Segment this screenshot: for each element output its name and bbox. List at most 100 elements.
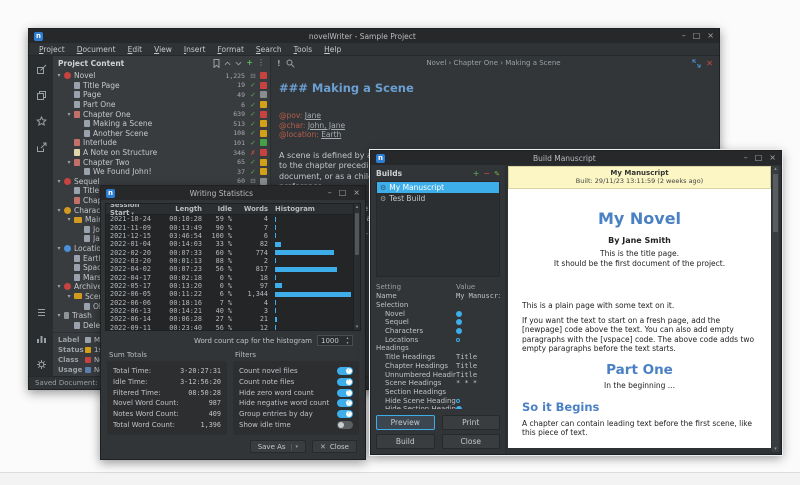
setting-row[interactable]: Characters <box>376 327 500 336</box>
expand-arrow-icon[interactable]: ▾ <box>55 207 63 214</box>
move-up-icon[interactable] <box>224 60 231 67</box>
col-words[interactable]: Words <box>232 205 268 213</box>
save-as-button[interactable]: Save As▾ <box>250 440 306 453</box>
tag-value-link[interactable]: John, Jane <box>308 121 345 130</box>
tag-value-link[interactable]: Jane <box>305 111 321 120</box>
build-list-item[interactable]: ⚙ Test Build <box>377 193 499 204</box>
tree-item[interactable]: Page 49 <box>53 90 270 100</box>
expand-arrow-icon[interactable]: ▾ <box>55 245 63 252</box>
remove-build-icon[interactable]: − <box>483 170 490 178</box>
add-build-icon[interactable]: + <box>473 170 480 178</box>
minimize-icon[interactable]: – <box>682 32 686 40</box>
tree-item[interactable]: ▾ Chapter Two 65 <box>53 157 270 167</box>
menu-item[interactable]: Document <box>71 45 122 54</box>
setting-row[interactable]: Selection <box>376 301 500 310</box>
expand-arrow-icon[interactable]: ▾ <box>65 111 73 118</box>
build-action-button[interactable]: Close <box>442 434 501 449</box>
setting-row[interactable]: Unnumbered Headings Title <box>376 370 500 379</box>
menu-item[interactable]: Format <box>211 45 249 54</box>
dropdown-arrow-icon[interactable]: ▾ <box>291 444 299 450</box>
settings-gear-icon[interactable] <box>36 359 47 370</box>
setting-row[interactable]: Locations <box>376 335 500 344</box>
menu-item[interactable]: Help <box>318 45 347 54</box>
export-icon[interactable] <box>36 142 47 153</box>
setting-row[interactable]: Hide Section Headings <box>376 405 500 409</box>
filter-toggle[interactable] <box>337 410 353 418</box>
maximize-editor-icon[interactable] <box>692 59 701 68</box>
setting-row[interactable]: Name My Manuscript <box>376 292 500 301</box>
tag-value-link[interactable]: Earth <box>321 130 341 139</box>
add-item-icon[interactable]: + <box>246 59 253 67</box>
col-idle[interactable]: Idle <box>202 205 232 213</box>
col-histogram[interactable]: Histogram <box>268 205 353 213</box>
filter-toggle[interactable] <box>337 399 353 407</box>
edit-build-icon[interactable]: ✎ <box>494 170 500 178</box>
tree-item[interactable]: Title Page 19 <box>53 81 270 91</box>
filter-toggle[interactable] <box>337 378 353 386</box>
session-row[interactable]: 2022-06-14 00:06:28 27 % 21 <box>106 315 353 323</box>
scrollbar-thumb[interactable] <box>773 174 778 232</box>
tree-item[interactable]: Interlude 101 <box>53 138 270 148</box>
session-row[interactable]: 2022-06-13 00:14:21 40 % 3 <box>106 307 353 315</box>
close-button[interactable]: ✕Close <box>312 440 357 453</box>
setting-row[interactable]: Headings <box>376 344 500 353</box>
table-scrollbar[interactable]: ▴▾ <box>353 204 360 330</box>
expand-arrow-icon[interactable]: ▾ <box>55 283 63 290</box>
session-row[interactable]: 2022-06-06 00:18:16 7 % 4 <box>106 298 353 306</box>
tree-item[interactable]: ▾ Chapter One 639 <box>53 109 270 119</box>
close-icon[interactable]: × <box>707 32 714 40</box>
maximize-icon[interactable]: □ <box>339 189 347 197</box>
maximize-icon[interactable]: □ <box>693 32 701 40</box>
search-icon[interactable] <box>286 59 295 68</box>
minimize-icon[interactable]: – <box>328 189 332 197</box>
session-row[interactable]: 2021-12-15 03:46:54 100 % 6 <box>106 232 353 240</box>
session-row[interactable]: 2022-03-20 00:01:13 88 % 2 <box>106 257 353 265</box>
kebab-menu-icon[interactable]: ⋮ <box>257 59 265 67</box>
col-length[interactable]: Length <box>158 205 202 213</box>
expand-arrow-icon[interactable]: ▾ <box>55 72 63 79</box>
filter-toggle[interactable] <box>337 389 353 397</box>
setting-row[interactable]: Hide Scene Headings <box>376 396 500 405</box>
expand-arrow-icon[interactable]: ▾ <box>55 312 63 319</box>
expand-arrow-icon[interactable]: ▾ <box>65 293 73 300</box>
menu-item[interactable]: View <box>148 45 178 54</box>
menu-item[interactable]: Search <box>250 45 288 54</box>
setting-row[interactable]: Chapter Headings Title <box>376 362 500 371</box>
session-row[interactable]: 2022-02-20 00:07:33 60 % 774 <box>106 248 353 256</box>
session-row[interactable]: 2022-01-04 00:14:03 33 % 82 <box>106 240 353 248</box>
build-action-button[interactable]: Preview <box>376 415 435 430</box>
tree-item[interactable]: Making a Scene 513 <box>53 119 270 129</box>
tree-item[interactable]: We Found John! 37 <box>53 167 270 177</box>
session-row[interactable]: 2022-09-11 00:23:40 56 % 12 <box>106 323 353 331</box>
tree-item[interactable]: ▾ Novel 1,225 <box>53 71 270 81</box>
close-icon[interactable]: × <box>353 189 360 197</box>
histogram-cap-spinner[interactable]: 1000 ▴▾ <box>317 335 353 346</box>
maximize-icon[interactable]: □ <box>755 154 763 162</box>
session-row[interactable]: 2021-10-24 00:10:28 59 % 4 <box>106 215 353 223</box>
tree-item[interactable]: A Note on Structure 346 <box>53 148 270 158</box>
session-row[interactable]: 2022-06-05 00:11:22 6 % 1,344 <box>106 290 353 298</box>
edit-document-icon[interactable] <box>36 64 47 75</box>
expand-arrow-icon[interactable]: ▾ <box>65 159 73 166</box>
menu-item[interactable]: Tools <box>288 45 318 54</box>
session-row[interactable]: 2021-11-09 00:13:49 90 % 7 <box>106 223 353 231</box>
setting-row[interactable]: Scene Headings * * * <box>376 379 500 388</box>
build-action-button[interactable]: Build <box>376 434 435 449</box>
build-list-item[interactable]: ⚙ My Manuscript <box>377 182 499 193</box>
filter-toggle[interactable] <box>337 367 353 375</box>
build-action-button[interactable]: Print <box>442 415 501 430</box>
close-document-icon[interactable]: ✕ <box>706 59 713 68</box>
sessions-table[interactable]: Session Start▾ Length Idle Words Histogr… <box>105 203 361 331</box>
setting-row[interactable]: Sequel <box>376 318 500 327</box>
spinner-arrows-icon[interactable]: ▴▾ <box>343 336 352 345</box>
menu-item[interactable]: Edit <box>122 45 149 54</box>
session-row[interactable]: 2022-04-02 00:07:23 56 % 817 <box>106 265 353 273</box>
notes-icon[interactable]: ! <box>277 59 281 68</box>
session-row[interactable]: 2022-05-17 00:13:20 0 % 97 <box>106 282 353 290</box>
menu-item[interactable]: Project <box>33 45 71 54</box>
tree-item[interactable]: Part One 6 <box>53 100 270 110</box>
setting-row[interactable]: Title Headings Title <box>376 353 500 362</box>
bookmark-icon[interactable] <box>213 59 220 68</box>
preview-scrollbar[interactable]: ▴▾ <box>772 166 779 452</box>
tree-item[interactable]: Another Scene 108 <box>53 129 270 139</box>
